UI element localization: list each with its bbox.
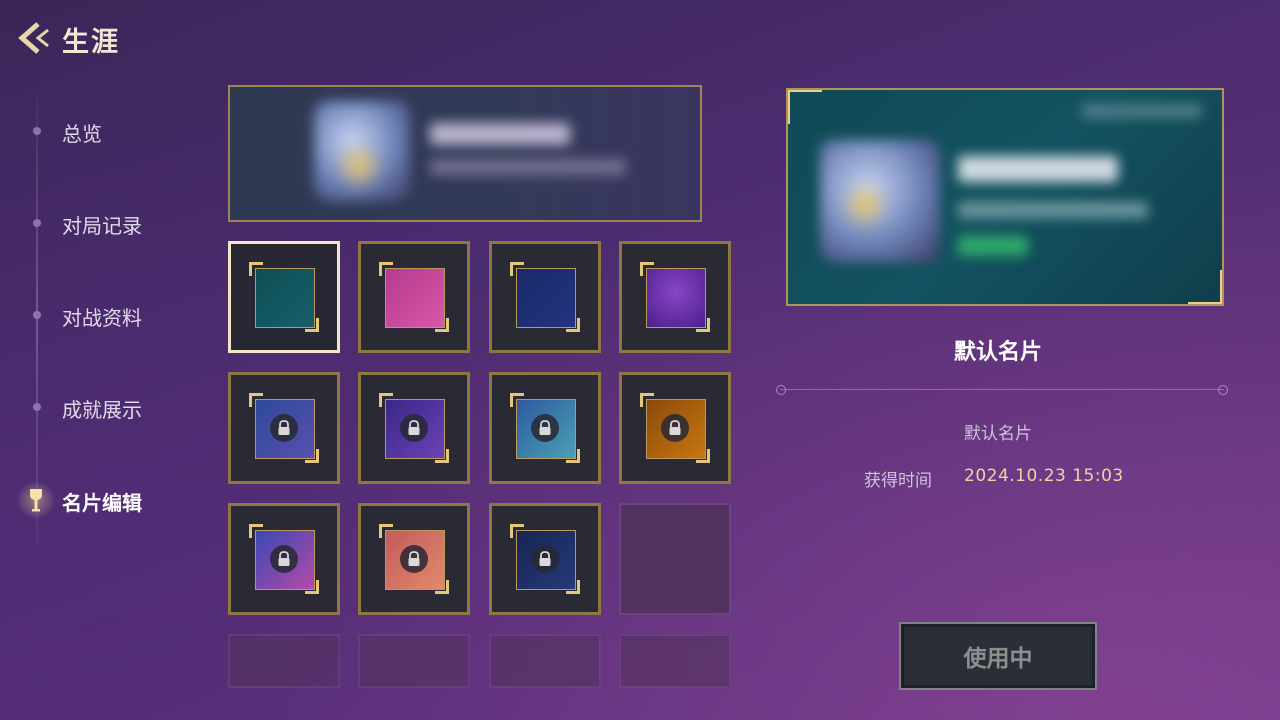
sidebar-item-battle-stats[interactable]: 对战资料	[0, 293, 200, 337]
frame-corner	[696, 449, 710, 463]
lock-icon	[270, 545, 298, 573]
lock-icon	[400, 545, 428, 573]
player-avatar	[314, 101, 410, 201]
sidebar-item-card-edit[interactable]: 名片编辑	[0, 478, 200, 522]
preview-tag-redacted	[958, 236, 1028, 256]
frame-corner	[510, 262, 524, 276]
card-tile-teal[interactable]	[228, 241, 340, 353]
card-tile-pink[interactable]	[358, 241, 470, 353]
frame-corner	[788, 90, 822, 124]
nav-dot-icon	[33, 403, 41, 411]
card-tile-navy[interactable]	[489, 241, 601, 353]
in-use-button[interactable]: 使用中	[899, 622, 1097, 690]
nav-dot-icon	[33, 219, 41, 227]
lock-icon	[531, 414, 559, 442]
preview-subtitle-redacted	[958, 202, 1148, 218]
lock-icon	[270, 414, 298, 442]
frame-corner	[305, 449, 319, 463]
sidebar-item-label: 对局记录	[62, 214, 142, 238]
frame-corner	[566, 449, 580, 463]
nav-dot-icon	[33, 127, 41, 135]
frame-corner	[640, 262, 654, 276]
frame-corner	[435, 318, 449, 332]
sidebar-item-label: 成就展示	[62, 398, 142, 422]
sidebar-item-label: 总览	[62, 122, 102, 146]
card-tile-purple-star[interactable]	[619, 241, 731, 353]
frame-corner	[510, 524, 524, 538]
frame-corner	[249, 262, 263, 276]
frame-corner	[249, 393, 263, 407]
back-arrow-icon	[18, 22, 49, 54]
lock-icon	[400, 414, 428, 442]
frame-corner	[379, 393, 393, 407]
card-name: 默认名片	[953, 340, 1042, 365]
frame-corner	[249, 524, 263, 538]
card-tile-teal-gold[interactable]	[489, 372, 601, 484]
card-tile-blue-crystal[interactable]	[228, 372, 340, 484]
frame-corner	[510, 393, 524, 407]
card-tile-violet[interactable]	[358, 372, 470, 484]
frame-corner	[1188, 270, 1222, 304]
current-card-preview	[228, 85, 702, 222]
card-tile-amber[interactable]	[619, 372, 731, 484]
frame-corner	[379, 524, 393, 538]
player-subtitle-redacted	[430, 159, 626, 175]
frame-corner	[435, 580, 449, 594]
nav-active-indicator	[18, 482, 54, 518]
card-slot-empty	[228, 634, 340, 688]
frame-corner	[305, 580, 319, 594]
frame-corner	[379, 262, 393, 276]
player-name-redacted	[430, 123, 570, 145]
frame-corner	[566, 318, 580, 332]
acquired-time-label: 获得时间	[864, 471, 932, 491]
card-slot-empty	[619, 634, 731, 688]
sidebar-item-label: 对战资料	[62, 306, 142, 330]
card-slot-empty	[358, 634, 470, 688]
preview-avatar	[820, 140, 940, 262]
sidebar-item-match-history[interactable]: 对局记录	[0, 201, 200, 245]
back-button[interactable]	[14, 20, 54, 56]
preview-meta-redacted	[1082, 104, 1202, 118]
sidebar-item-overview[interactable]: 总览	[0, 109, 200, 153]
card-slot-empty	[619, 503, 731, 615]
sidebar-item-achievements[interactable]: 成就展示	[0, 385, 200, 429]
card-slot-empty	[489, 634, 601, 688]
frame-corner	[696, 318, 710, 332]
lock-icon	[531, 545, 559, 573]
nav-dot-icon	[33, 311, 41, 319]
lock-icon	[661, 414, 689, 442]
trophy-key-icon	[30, 489, 42, 512]
frame-corner	[435, 449, 449, 463]
divider	[776, 385, 1228, 395]
card-tile-dark-blue[interactable]	[489, 503, 601, 615]
frame-corner	[640, 393, 654, 407]
frame-corner	[305, 318, 319, 332]
card-tile-sunset[interactable]	[358, 503, 470, 615]
card-detail-preview	[786, 88, 1224, 306]
sidebar-item-label: 名片编辑	[62, 491, 142, 515]
frame-corner	[566, 580, 580, 594]
preview-name-redacted	[958, 156, 1118, 182]
card-tile-ocean[interactable]	[228, 503, 340, 615]
page-title: 生涯	[62, 27, 120, 58]
card-description: 默认名片	[964, 424, 1032, 444]
acquired-time-value: 2024.10.23 15:03	[964, 466, 1124, 486]
